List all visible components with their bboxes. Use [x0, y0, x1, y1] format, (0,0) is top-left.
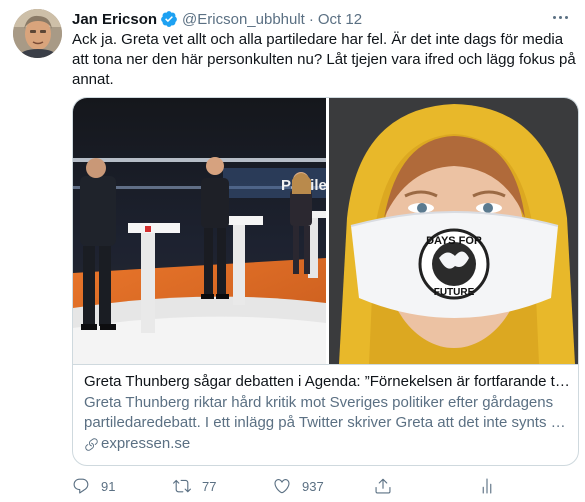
mask-text-bottom: FUTURE: [434, 287, 475, 298]
more-icon[interactable]: [548, 7, 572, 27]
tweet[interactable]: Jan Ericson @Ericson_ubbhult · Oct 12 Ac…: [0, 0, 585, 502]
avatar[interactable]: [13, 9, 62, 58]
card-title[interactable]: Greta Thunberg sågar debatten i Agenda: …: [84, 372, 571, 392]
like-button[interactable]: 937: [273, 476, 324, 496]
link-card[interactable]: Partile: [72, 97, 579, 466]
card-domain: expressen.se: [84, 434, 571, 454]
author-handle[interactable]: @Ericson_ubbhult: [182, 11, 305, 28]
card-image-debate[interactable]: Partile: [73, 98, 326, 364]
tweet-date[interactable]: Oct 12: [318, 11, 362, 28]
reply-icon: [73, 478, 89, 494]
share-button[interactable]: [374, 476, 392, 496]
analytics-icon: [482, 478, 492, 494]
share-icon: [375, 478, 391, 494]
link-icon: [85, 437, 98, 451]
card-image-portrait[interactable]: DAYS FOR FUTURE: [329, 98, 578, 364]
card-domain-text[interactable]: expressen.se: [101, 434, 190, 454]
card-description: Greta Thunberg riktar hård kritik mot Sv…: [84, 394, 566, 431]
reply-count: 91: [101, 478, 116, 494]
card-divider: [73, 364, 578, 365]
reply-button[interactable]: 91: [72, 476, 115, 496]
mask-text-top: DAYS FOR: [426, 235, 482, 247]
avatar-image: [13, 9, 62, 58]
header-separator: ·: [308, 10, 314, 28]
heart-icon: [274, 479, 290, 494]
verified-badge-icon: [161, 11, 177, 27]
analytics-button[interactable]: [478, 476, 496, 496]
tweet-header: Jan Ericson @Ericson_ubbhult · Oct 12: [72, 9, 362, 29]
author-name[interactable]: Jan Ericson: [72, 11, 157, 28]
like-count: 937: [302, 478, 324, 494]
retweet-button[interactable]: 77: [173, 476, 216, 496]
card-body[interactable]: Greta Thunberg sågar debatten i Agenda: …: [84, 372, 571, 454]
retweet-count: 77: [202, 478, 217, 494]
retweet-icon: [173, 479, 191, 493]
tweet-text: Ack ja. Greta vet allt och alla partiled…: [72, 31, 576, 88]
action-bar: 91 77 937: [72, 476, 502, 496]
